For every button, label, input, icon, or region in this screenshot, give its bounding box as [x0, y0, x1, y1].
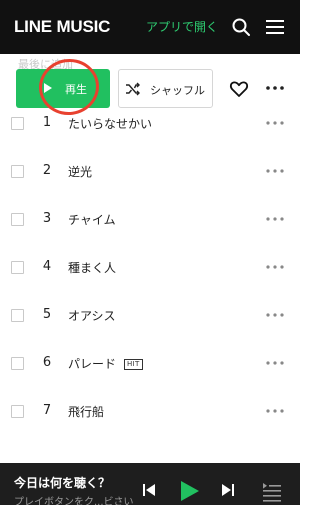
track-number: 2 — [42, 163, 52, 178]
more-horizontal-icon[interactable] — [264, 260, 286, 274]
track-checkbox[interactable] — [11, 117, 24, 130]
open-in-app-link[interactable]: アプリで開く — [146, 18, 218, 35]
track-title: オアシス — [68, 309, 116, 323]
track-title: 逆光 — [68, 165, 93, 179]
player-title: 今日は何を聴く？ — [14, 476, 111, 490]
track-checkbox[interactable] — [11, 213, 24, 226]
track-number: 6 — [42, 355, 52, 370]
heart-icon[interactable] — [229, 79, 249, 99]
previous-track-icon[interactable] — [141, 482, 157, 498]
more-horizontal-icon[interactable] — [264, 164, 286, 178]
track-row[interactable]: 7 飛行船 — [0, 388, 300, 436]
app-header: LINE MUSIC アプリで開く — [0, 0, 300, 54]
more-horizontal-icon[interactable] — [264, 80, 286, 96]
track-title: 種まく人 — [68, 261, 117, 275]
play-icon[interactable] — [177, 479, 201, 503]
track-number: 3 — [42, 211, 52, 226]
track-number: 4 — [42, 259, 52, 274]
track-checkbox[interactable] — [11, 165, 24, 178]
search-icon[interactable] — [231, 17, 251, 37]
track-number: 5 — [42, 307, 52, 322]
track-title-text: パレード — [68, 357, 117, 371]
track-title: チャイム — [68, 213, 116, 227]
more-horizontal-icon[interactable] — [264, 308, 286, 322]
track-checkbox[interactable] — [11, 261, 24, 274]
track-row[interactable]: 3 チャイム — [0, 196, 300, 244]
track-row[interactable]: 4 種まく人 — [0, 244, 300, 292]
track-checkbox[interactable] — [11, 357, 24, 370]
hit-badge: HIT — [124, 359, 143, 370]
track-number: 1 — [42, 115, 52, 130]
track-title: たいらなせかい — [68, 117, 153, 131]
more-horizontal-icon[interactable] — [264, 116, 286, 130]
hamburger-menu-icon[interactable] — [265, 17, 285, 37]
track-row[interactable]: 2 逆光 — [0, 148, 300, 196]
shuffle-button-label: シャッフル — [150, 84, 205, 97]
track-row[interactable]: 5 オアシス — [0, 292, 300, 340]
track-title: 飛行船 — [68, 405, 105, 419]
line-music-logo[interactable]: LINE MUSIC — [14, 17, 110, 37]
next-track-icon[interactable] — [220, 482, 236, 498]
track-row[interactable]: 1 たいらなせかい — [0, 100, 300, 148]
track-checkbox[interactable] — [11, 309, 24, 322]
track-row[interactable]: 6 パレード HIT — [0, 340, 300, 388]
player-subtitle: プレイボタンをク...ビさい — [14, 497, 134, 505]
more-horizontal-icon[interactable] — [264, 404, 286, 418]
track-number: 7 — [42, 403, 52, 418]
shuffle-icon — [126, 82, 140, 96]
mini-player: 今日は何を聴く？ プレイボタンをク...ビさい — [0, 463, 300, 505]
more-horizontal-icon[interactable] — [264, 212, 286, 226]
more-horizontal-icon[interactable] — [264, 356, 286, 370]
queue-list-icon[interactable] — [262, 482, 282, 502]
track-title: パレード HIT — [68, 355, 143, 372]
track-checkbox[interactable] — [11, 405, 24, 418]
